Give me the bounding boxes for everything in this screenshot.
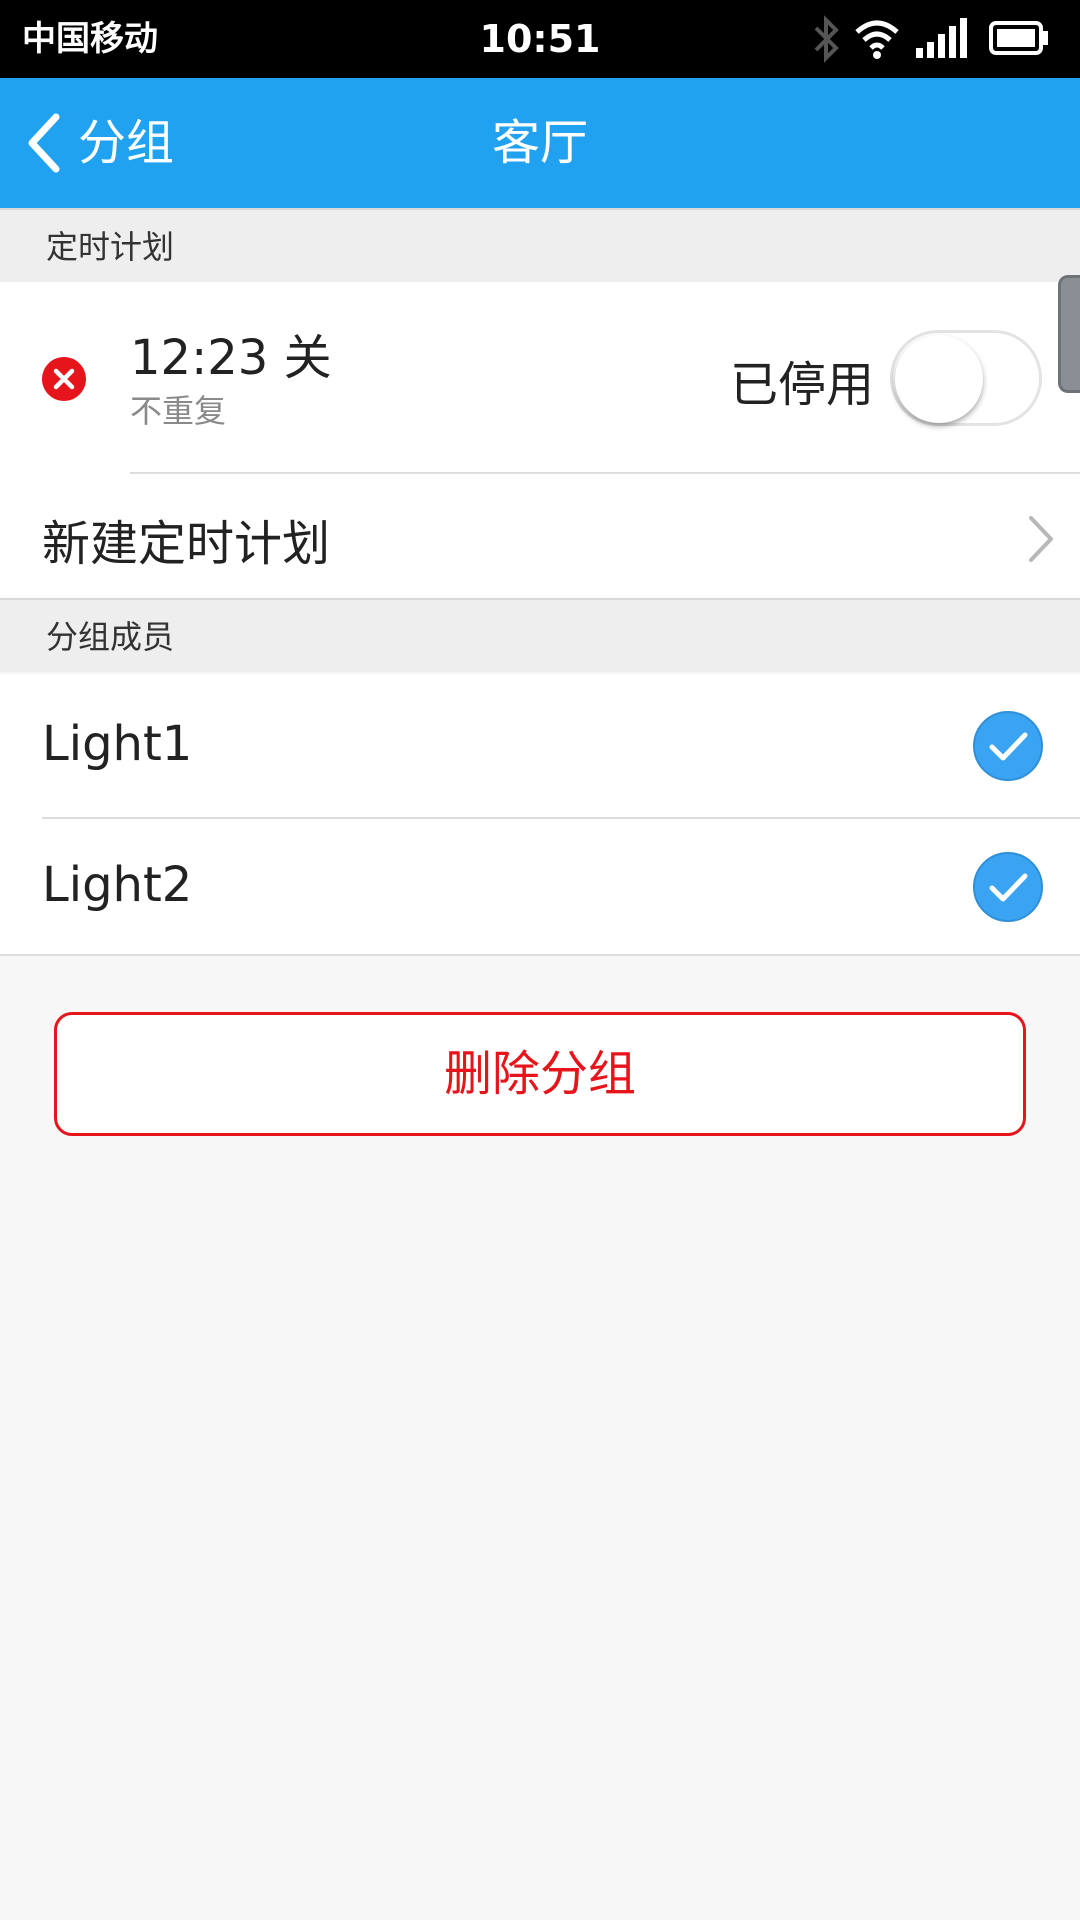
check-icon[interactable] [972, 851, 1044, 923]
check-icon[interactable] [972, 710, 1044, 782]
nav-bar: 客厅 分组 [0, 78, 1080, 208]
battery-icon [989, 21, 1048, 55]
signal-icon [916, 18, 967, 58]
schedule-repeat: 不重复 [130, 392, 227, 430]
bluetooth-icon [814, 15, 839, 63]
toggle-knob [895, 335, 983, 423]
status-bar: 中国移动 10:51 [0, 0, 1080, 78]
member-name: Light1 [42, 716, 193, 772]
member-row-light1[interactable]: Light1 [0, 674, 1080, 818]
delete-group-button[interactable]: 删除分组 [54, 1012, 1026, 1136]
section-header-schedule: 定时计划 [0, 208, 1080, 282]
schedule-time: 12:23 关 [130, 330, 332, 386]
chevron-right-icon [1029, 516, 1053, 562]
member-name: Light2 [42, 857, 193, 913]
section-header-members: 分组成员 [0, 598, 1080, 672]
chevron-left-icon [28, 113, 60, 173]
delete-schedule-icon[interactable] [41, 356, 87, 402]
side-drawer-handle[interactable] [1058, 275, 1080, 393]
wifi-icon [855, 20, 899, 59]
back-button[interactable]: 分组 [18, 78, 218, 208]
back-label: 分组 [78, 115, 175, 171]
new-schedule-label: 新建定时计划 [42, 516, 331, 572]
status-icons [810, 14, 1060, 64]
new-schedule-row[interactable]: 新建定时计划 [0, 474, 1080, 598]
schedule-status-label: 已停用 [729, 357, 874, 413]
member-row-light2[interactable]: Light2 [0, 819, 1080, 956]
schedule-toggle[interactable] [890, 330, 1042, 426]
